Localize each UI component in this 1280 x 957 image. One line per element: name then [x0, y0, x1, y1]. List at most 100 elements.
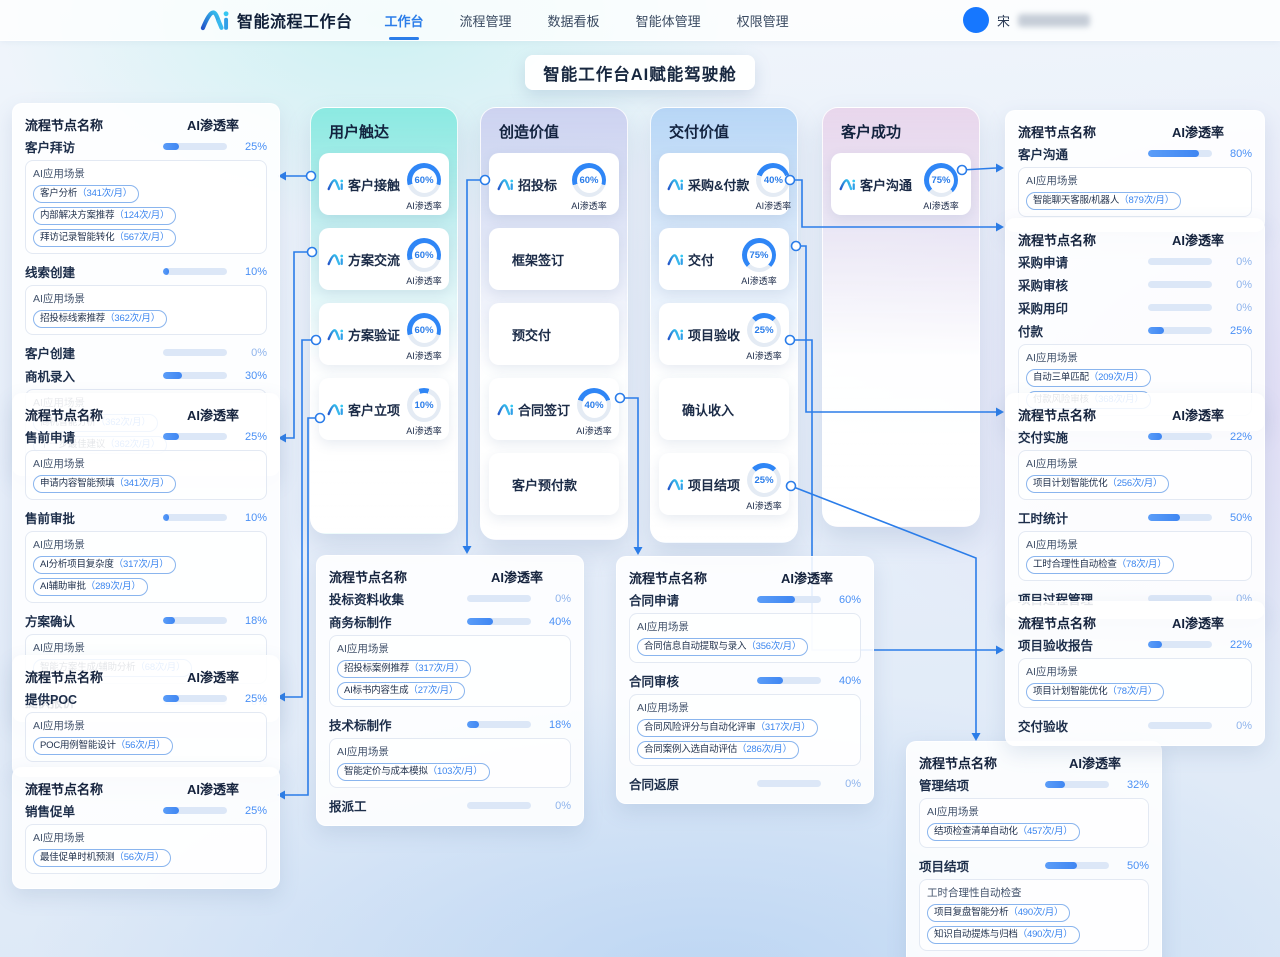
ai-scenario-tag[interactable]: POC用例智能设计（56次/月） [33, 737, 173, 755]
ai-scenario-box: 工时合理性自动检查项目复盘智能分析（490次/月）知识自动提炼与归档（490次/… [919, 879, 1149, 951]
process-row: 商务标制作40% [329, 610, 571, 633]
ai-scenario-tag[interactable]: 内部解决方案推荐（124次/月） [33, 207, 176, 225]
ai-scenario-box: AI应用场景最佳促单时机预测（56次/月） [25, 824, 267, 874]
scenario-count: （356次/月） [746, 640, 801, 654]
ai-scenario-tag[interactable]: 工时合理性自动检查（78次/月） [1026, 556, 1174, 574]
process-node-label: 客户沟通 [1018, 144, 1148, 163]
scenario-count: （879次/月） [1119, 194, 1174, 208]
avatar[interactable] [963, 7, 989, 33]
flow-node[interactable]: 交付75%AI渗透率 [659, 228, 789, 290]
penetration-header: AI渗透率 [159, 667, 267, 686]
ai-scenario-tag[interactable]: 知识自动提炼与归档（490次/月） [927, 926, 1080, 944]
flow-node[interactable]: 方案交流60%AI渗透率 [319, 228, 449, 290]
ai-scenario-tag[interactable]: 合同信息自动提取与录入（356次/月） [637, 638, 808, 656]
ai-scenario-box: AI应用场景客户分析（341次/月）内部解决方案推荐（124次/月）拜访记录智能… [25, 160, 267, 254]
nav-item-agent-mgmt[interactable]: 智能体管理 [634, 0, 703, 42]
nav-item-workbench[interactable]: 工作台 [383, 0, 426, 42]
stage-user-reach: 用户触达 客户接触60%AI渗透率 方案交流60%AI渗透率 方案验证 [310, 107, 458, 534]
penetration-bar-fill [1045, 781, 1065, 788]
flow-node[interactable]: 招投标60%AI渗透率 [489, 153, 619, 215]
node-name-header: 流程节点名称 [629, 568, 753, 587]
flow-node[interactable]: 客户立项10%AI渗透率 [319, 378, 449, 440]
penetration-bar [163, 617, 227, 624]
process-row: 报派工0% [329, 794, 571, 817]
ai-scenario-tag[interactable]: 申请内容智能预填（341次/月） [33, 475, 176, 493]
penetration-bar [163, 372, 227, 379]
process-row: 交付实施22% [1018, 425, 1252, 448]
penetration-indicator: 60%AI渗透率 [400, 306, 448, 362]
ai-scenario-tag[interactable]: 智能定价与成本模拟（103次/月） [337, 763, 490, 781]
penetration-bar-fill [163, 807, 179, 814]
ai-logo-icon [327, 253, 344, 266]
connector-arrow [996, 223, 1004, 232]
flow-node[interactable]: 框架签订 [489, 228, 619, 290]
flow-node[interactable]: 客户接触60%AI渗透率 [319, 153, 449, 215]
ai-scenario-tag[interactable]: 合同风险评分与自动化评审（317次/月） [637, 719, 818, 737]
flow-node-name: 项目结项 [688, 475, 740, 494]
ai-scenario-tag[interactable]: 拜访记录智能转化（567次/月） [33, 229, 176, 247]
penetration-bar [163, 807, 227, 814]
node-name-header: 流程节点名称 [1018, 405, 1144, 424]
ai-scenario-tag[interactable]: 自动三单匹配（209次/月） [1026, 369, 1151, 387]
penetration-donut: 75% [924, 163, 958, 197]
scenario-count: （317次/月） [756, 721, 811, 735]
penetration-percent: 10% [227, 266, 267, 278]
penetration-bar [757, 677, 821, 684]
flow-node[interactable]: 客户沟通75%AI渗透率 [831, 153, 971, 215]
process-row: 客户创建0% [25, 341, 267, 364]
ai-scenario-tag[interactable]: 项目计划智能优化（256次/月） [1026, 475, 1169, 493]
penetration-indicator: 10%AI渗透率 [400, 381, 448, 437]
process-node-label: 交付验收 [1018, 716, 1148, 735]
connector-arrow [634, 547, 643, 555]
ai-scenario-tag[interactable]: 招投标线索推荐（362次/月） [33, 310, 167, 328]
main-nav: 工作台 流程管理 数据看板 智能体管理 权限管理 [383, 0, 791, 42]
penetration-bar [757, 596, 821, 603]
flow-node[interactable]: 客户预付款 [489, 453, 619, 515]
flow-node-name: 客户预付款 [512, 475, 577, 494]
scenario-count: （27次/月） [408, 684, 458, 698]
penetration-bar-fill [467, 721, 479, 728]
user-area[interactable]: 宋 [963, 7, 1090, 33]
ai-scenario-tag[interactable]: 智能聊天客服/机器人（879次/月） [1026, 192, 1181, 210]
penetration-bar-fill [1148, 150, 1199, 157]
flow-node[interactable]: 项目验收25%AI渗透率 [659, 303, 789, 365]
ai-scenario-tag[interactable]: AI分析项目复杂度（317次/月） [33, 556, 176, 574]
penetration-bar-fill [1148, 641, 1162, 648]
flow-node[interactable]: 预交付 [489, 303, 619, 365]
ai-scenario-tag[interactable]: 招投标案例推荐（317次/月） [337, 660, 471, 678]
penetration-bar [1148, 150, 1212, 157]
ai-scenario-label: AI应用场景 [33, 640, 259, 655]
donut-percent: 10% [407, 388, 441, 422]
process-node-label: 报派工 [329, 796, 467, 815]
process-node-label: 方案确认 [25, 611, 163, 630]
ai-logo-icon [327, 403, 344, 416]
penetration-bar-fill [163, 372, 182, 379]
ai-scenario-label: AI应用场景 [33, 718, 259, 733]
flow-node[interactable]: 采购&付款40%AI渗透率 [659, 153, 789, 215]
ai-scenario-tag[interactable]: 项目复盘智能分析（490次/月） [927, 904, 1070, 922]
flow-node[interactable]: 合同签订40%AI渗透率 [489, 378, 619, 440]
process-node-label: 投标资料收集 [329, 589, 467, 608]
ai-scenario-tag[interactable]: AI辅助审批（289次/月） [33, 578, 148, 596]
connector-arrow [996, 408, 1004, 417]
nav-item-data-board[interactable]: 数据看板 [546, 0, 602, 42]
nav-item-process-mgmt[interactable]: 流程管理 [458, 0, 514, 42]
app-title: 智能流程工作台 [237, 8, 353, 32]
card-contract: 流程节点名称AI渗透率合同申请60%AI应用场景合同信息自动提取与录入（356次… [616, 556, 874, 804]
flow-node[interactable]: 项目结项25%AI渗透率 [659, 453, 789, 515]
ai-scenario-tag[interactable]: 合同案例入选自动评估（286次/月） [637, 741, 799, 759]
scenario-count: （286次/月） [737, 743, 792, 757]
ai-scenario-label: AI应用场景 [337, 744, 563, 759]
ai-scenario-box: AI应用场景工时合理性自动检查（78次/月） [1018, 531, 1252, 581]
donut-label: AI渗透率 [756, 199, 792, 212]
ai-scenario-tag[interactable]: 结项检查清单自动化（457次/月） [927, 823, 1080, 841]
flow-node[interactable]: 方案验证60%AI渗透率 [319, 303, 449, 365]
ai-scenario-tag[interactable]: 客户分析（341次/月） [33, 185, 139, 203]
ai-scenario-tag[interactable]: 项目计划智能优化（78次/月） [1026, 683, 1164, 701]
penetration-bar [1148, 514, 1212, 521]
nav-item-permission-mgmt[interactable]: 权限管理 [735, 0, 791, 42]
penetration-percent: 80% [1212, 148, 1252, 160]
ai-scenario-tag[interactable]: AI标书内容生成（27次/月） [337, 682, 465, 700]
flow-node[interactable]: 确认收入 [659, 378, 789, 440]
ai-scenario-tag[interactable]: 最佳促单时机预测（56次/月） [33, 849, 171, 867]
